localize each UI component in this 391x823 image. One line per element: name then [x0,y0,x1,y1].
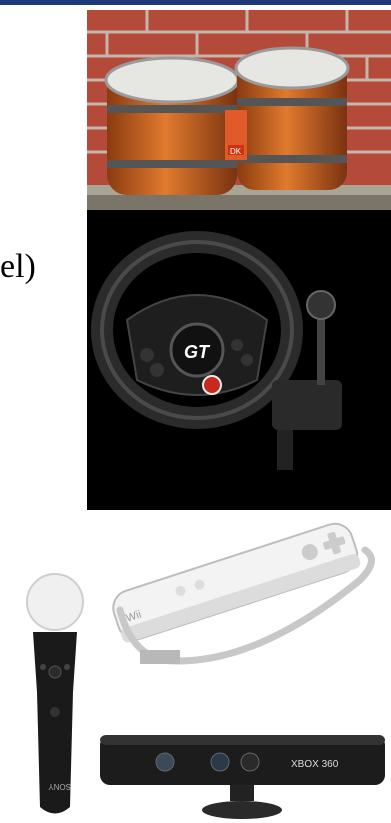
move-brand-text: SONY [48,782,71,791]
racing-wheel-photo: GT [87,210,391,510]
slide-title-bar [0,0,391,5]
wheel-logo-text: GT [184,342,211,362]
kinect-sensor-photo: XBOX 360 [95,730,391,823]
kinect-brand-text: XBOX 360 [291,759,339,770]
slide-text-fragment: el) [0,248,36,285]
bongo-drums-photo: DK [87,10,391,210]
wii-remote-photo: Wii [100,510,391,670]
ps-move-controller-photo: SONY [15,562,95,823]
drum-label-text: DK [230,147,242,156]
